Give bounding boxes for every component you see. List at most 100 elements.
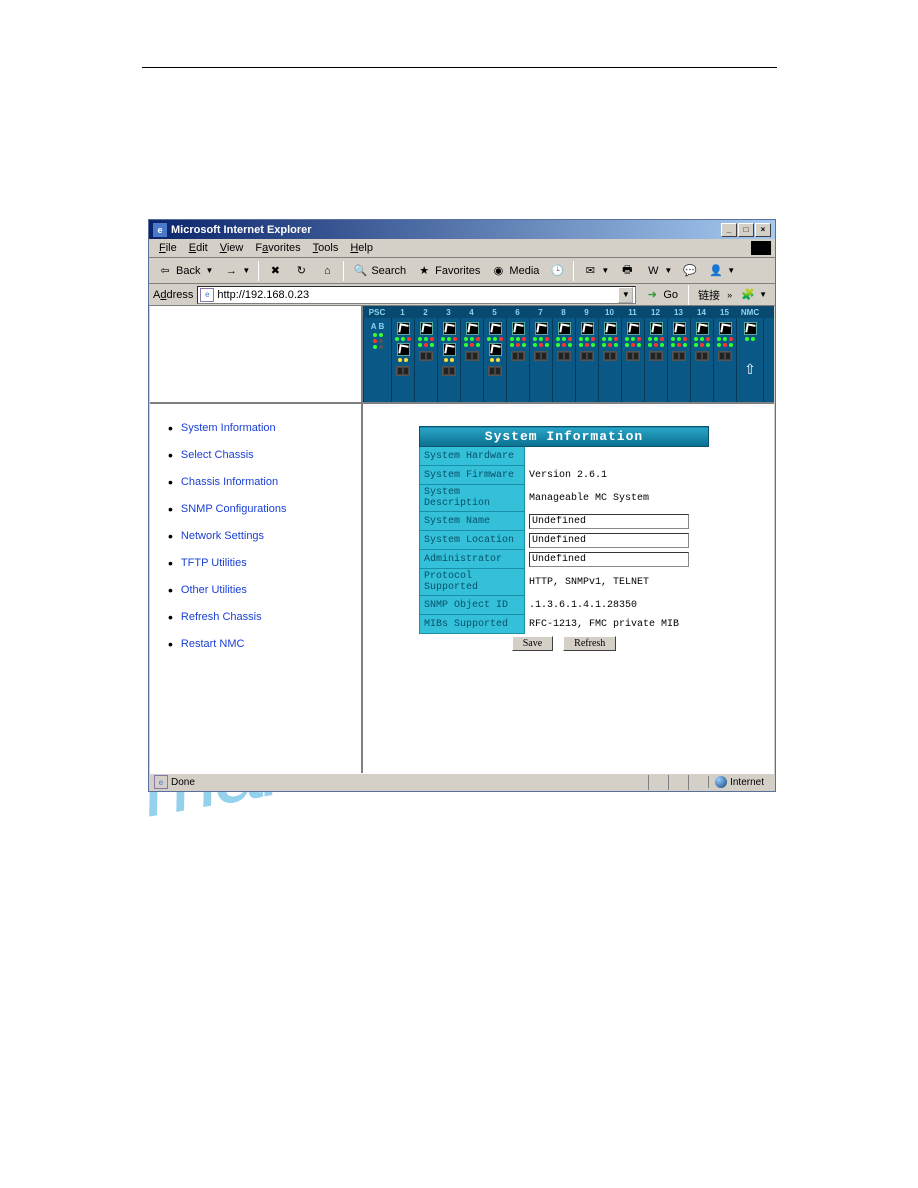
refresh-button[interactable]: ↻	[289, 261, 313, 281]
slot-card[interactable]	[598, 318, 621, 402]
system-location-input[interactable]	[529, 533, 689, 548]
led-row	[648, 343, 664, 347]
chassis-view: PSC 1 2 3 4 5 6 7 8 9 10 11 12 13	[363, 306, 774, 404]
back-button[interactable]: ⇦Back▼	[153, 261, 217, 281]
edit-button[interactable]: W▼	[641, 261, 676, 281]
browser-window: e Microsoft Internet Explorer _ □ × File…	[148, 219, 776, 792]
led-row	[556, 343, 572, 347]
nav-pane: System Information Select Chassis Chassi…	[150, 404, 361, 773]
menu-view[interactable]: View	[214, 240, 250, 256]
minimize-button[interactable]: _	[721, 223, 737, 237]
slot-card[interactable]	[506, 318, 529, 402]
mail-button[interactable]: ✉▼	[578, 261, 613, 281]
page-icon: e	[200, 288, 214, 302]
row-label-description: System Description	[420, 485, 525, 512]
menu-help[interactable]: Help	[344, 240, 379, 256]
nav-item-system-information[interactable]: System Information	[168, 420, 353, 436]
slot-card[interactable]	[391, 318, 414, 402]
port-icon	[466, 322, 479, 335]
slot-label: 12	[644, 308, 667, 317]
save-button[interactable]: Save	[512, 636, 553, 651]
messenger-button[interactable]: 👤▼	[704, 261, 739, 281]
home-button[interactable]: ⌂	[315, 261, 339, 281]
slot-card[interactable]	[667, 318, 690, 402]
led-row	[444, 358, 454, 362]
led-row	[745, 337, 755, 341]
led-row	[602, 337, 618, 341]
slot-card[interactable]	[644, 318, 667, 402]
port-icon	[744, 322, 757, 335]
url-text: http://192.168.0.23	[217, 289, 615, 301]
stop-button[interactable]: ✖	[263, 261, 287, 281]
row-label-name: System Name	[420, 512, 525, 531]
slot-card[interactable]	[552, 318, 575, 402]
address-input[interactable]: e http://192.168.0.23 ▼	[197, 286, 636, 304]
address-label: Address	[153, 289, 193, 301]
print-button[interactable]: 🖶	[615, 261, 639, 281]
nav-item-snmp-configurations[interactable]: SNMP Configurations	[168, 501, 353, 517]
slot-label: 11	[621, 308, 644, 317]
discuss-button[interactable]: 💬	[678, 261, 702, 281]
led-row	[556, 337, 572, 341]
port-icon	[558, 322, 571, 335]
slot-card[interactable]	[437, 318, 460, 402]
slot-card[interactable]	[483, 318, 506, 402]
forward-button[interactable]: →▼	[219, 261, 254, 281]
menu-edit[interactable]: Edit	[183, 240, 214, 256]
menu-tools[interactable]: Tools	[307, 240, 345, 256]
status-cell	[688, 775, 708, 790]
led-row	[717, 343, 733, 347]
menu-favorites[interactable]: Favorites	[249, 240, 306, 256]
port-icon	[581, 322, 594, 335]
nav-item-network-settings[interactable]: Network Settings	[168, 528, 353, 544]
links-chevron-icon[interactable]: »	[727, 290, 732, 300]
nav-item-chassis-information[interactable]: Chassis Information	[168, 474, 353, 490]
go-button[interactable]: ➜Go	[640, 286, 682, 304]
menu-file[interactable]: File	[153, 240, 183, 256]
nav-item-restart-nmc[interactable]: Restart NMC	[168, 636, 353, 652]
address-dropdown[interactable]: ▼	[618, 287, 633, 303]
led-row	[441, 337, 457, 341]
administrator-input[interactable]	[529, 552, 689, 567]
slot-psc[interactable]: A B	[363, 318, 391, 402]
status-cell	[648, 775, 668, 790]
panel-title: System Information	[420, 427, 709, 447]
dip-switch	[396, 366, 410, 376]
close-button[interactable]: ×	[755, 223, 771, 237]
dip-switch	[465, 351, 479, 361]
led-row	[717, 337, 733, 341]
slot-card[interactable]	[529, 318, 552, 402]
toolbar: ⇦Back▼ →▼ ✖ ↻ ⌂ 🔍Search ★Favorites ◉Medi…	[149, 258, 775, 284]
slot-card[interactable]	[460, 318, 483, 402]
media-button[interactable]: ◉Media	[486, 261, 543, 281]
slot-card[interactable]	[690, 318, 713, 402]
row-label-oid: SNMP Object ID	[420, 596, 525, 615]
slot-card[interactable]	[713, 318, 736, 402]
favorites-button[interactable]: ★Favorites	[412, 261, 484, 281]
led-row	[398, 358, 408, 362]
refresh-panel-button[interactable]: Refresh	[563, 636, 616, 651]
port-icon	[627, 322, 640, 335]
port-icon	[650, 322, 663, 335]
nav-item-other-utilities[interactable]: Other Utilities	[168, 582, 353, 598]
dip-switch	[672, 351, 686, 361]
led-row	[533, 343, 549, 347]
maximize-button[interactable]: □	[738, 223, 754, 237]
window-title: Microsoft Internet Explorer	[171, 224, 721, 236]
slot-card[interactable]	[575, 318, 598, 402]
slot-card[interactable]	[414, 318, 437, 402]
slot-label: 5	[483, 308, 506, 317]
links-label[interactable]: 链接	[695, 286, 723, 304]
slot-card[interactable]	[621, 318, 644, 402]
nav-item-refresh-chassis[interactable]: Refresh Chassis	[168, 609, 353, 625]
row-value-mibs: RFC-1213, FMC private MIB	[525, 615, 709, 634]
history-button[interactable]: 🕒	[545, 261, 569, 281]
system-name-input[interactable]	[529, 514, 689, 529]
psc-ab-label: A B	[371, 322, 384, 331]
logo-pane	[150, 306, 361, 404]
slot-nmc[interactable]: ⇧	[736, 318, 764, 402]
extra-button[interactable]: 🧩▼	[736, 285, 771, 305]
nav-item-select-chassis[interactable]: Select Chassis	[168, 447, 353, 463]
search-button[interactable]: 🔍Search	[348, 261, 410, 281]
nav-item-tftp-utilities[interactable]: TFTP Utilities	[168, 555, 353, 571]
